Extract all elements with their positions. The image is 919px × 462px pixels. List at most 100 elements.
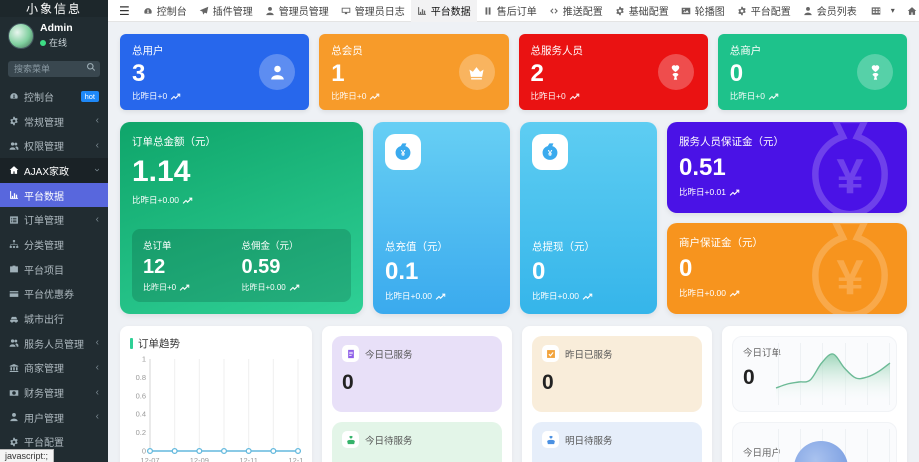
dashboard-icon xyxy=(143,6,153,16)
user-name: Admin xyxy=(40,22,73,34)
nav-tab-售后订单[interactable]: 售后订单 xyxy=(477,0,543,22)
sidebar-item-权限管理[interactable]: 权限管理 ‹ xyxy=(0,133,108,158)
svg-text:0.2: 0.2 xyxy=(136,428,146,437)
card-delta: 比昨日+0.01 xyxy=(679,186,726,198)
card-title: 总提现（元） xyxy=(532,239,645,254)
moneybag-icon-box: ¥ xyxy=(532,134,568,170)
home-icon xyxy=(907,6,917,16)
trend-icon xyxy=(729,188,741,197)
sitemap-icon xyxy=(9,239,19,249)
svg-text:¥: ¥ xyxy=(836,150,863,204)
svg-text:0.8: 0.8 xyxy=(136,373,146,382)
stat-delta: 比昨日+0 xyxy=(531,90,566,102)
sidebar-item-城市出行[interactable]: 城市出行 xyxy=(0,306,108,331)
svg-text:¥: ¥ xyxy=(548,149,553,158)
nav-apps-menu[interactable]: ▾ xyxy=(865,0,901,22)
chart-icon xyxy=(9,190,19,200)
card-title: 总充值（元） xyxy=(385,239,498,254)
document-icon xyxy=(346,349,356,359)
order-trend-chart: 00.20.40.60.8112-0712-0912-1112-13 xyxy=(130,351,302,462)
svg-text:12-09: 12-09 xyxy=(190,456,209,462)
card-value: 0 xyxy=(532,258,645,286)
users-icon xyxy=(9,141,19,151)
moneybag-icon-box: ¥ xyxy=(385,134,421,170)
gear-icon xyxy=(737,6,747,16)
trend-title: 订单趋势 xyxy=(138,336,180,351)
deposit-card-商户保证金（元）: ¥ 商户保证金（元） 0 比昨日+0.00 xyxy=(667,223,907,314)
chart-icon xyxy=(417,6,427,16)
nav-tab-管理员日志[interactable]: 管理员日志 xyxy=(335,0,411,22)
sidebar-item-AJAX家政[interactable]: AJAX家政 ‹ xyxy=(0,158,108,183)
sidebar-item-控制台[interactable]: 控制台 hot xyxy=(0,84,108,109)
trend-icon xyxy=(289,283,301,292)
moneybag-watermark-icon: ¥ xyxy=(785,122,907,213)
pending-card: 昨日已服务 0 明日待服务 xyxy=(522,326,712,462)
svg-text:12-07: 12-07 xyxy=(140,456,159,462)
tile-value: 0 xyxy=(342,371,492,395)
check-square-icon xyxy=(546,349,556,359)
tile-value: 0 xyxy=(542,371,692,395)
sidebar-item-商家管理[interactable]: 商家管理 ‹ xyxy=(0,356,108,381)
user-panel: Admin 在线 xyxy=(0,17,108,54)
nav-tab-基础配置[interactable]: 基础配置 xyxy=(609,0,675,22)
stat-card-总商户: 总商户 0 比昨日+0 xyxy=(718,34,907,110)
trend-icon xyxy=(170,92,182,101)
sidebar-toggle-icon[interactable]: ☰ xyxy=(114,4,135,18)
heart-hands-icon xyxy=(546,435,556,445)
trend-icon xyxy=(729,289,741,298)
chevron-left-icon: ‹ xyxy=(96,116,99,126)
stat-delta: 比昨日+0 xyxy=(331,90,366,102)
trend-icon xyxy=(435,292,447,301)
order-total-card: 订单总金额（元） 1.14 比昨日+0.00 总订单 12 比昨日+0 总佣金（… xyxy=(120,122,363,314)
app-window: 小象信息 Admin 在线 控制台 hot 常规管理 ‹ 权限管理 ‹ AJAX… xyxy=(0,0,919,462)
svg-text:0.4: 0.4 xyxy=(136,410,146,419)
card-delta: 比昨日+0.00 xyxy=(132,194,179,206)
card-delta: 比昨日+0.00 xyxy=(385,290,432,302)
nav-tab-平台数据[interactable]: 平台数据 xyxy=(411,0,477,22)
moneybag-icon: ¥ xyxy=(393,142,413,162)
order-trend-card: 订单趋势 00.20.40.60.8112-0712-0912-1112-13 xyxy=(120,326,312,462)
sidebar-item-财务管理[interactable]: 财务管理 ‹ xyxy=(0,380,108,405)
today-user-tile: 今日用户 xyxy=(732,422,897,462)
nav-tab-推送配置[interactable]: 推送配置 xyxy=(543,0,609,22)
heart-hands-icon xyxy=(346,435,356,445)
image-icon xyxy=(681,6,691,16)
sidebar-item-平台项目[interactable]: 平台项目 xyxy=(0,257,108,282)
svg-text:¥: ¥ xyxy=(836,251,863,305)
chevron-left-icon: ‹ xyxy=(96,363,99,373)
sidebar-item-平台优惠券[interactable]: 平台优惠券 xyxy=(0,282,108,307)
nav-tab-平台配置[interactable]: 平台配置 xyxy=(731,0,797,22)
chevron-left-icon: ‹ xyxy=(96,338,99,348)
order-subpanel: 总订单 12 比昨日+0 总佣金（元） 0.59 比昨日+0.00 xyxy=(132,229,351,302)
card-value: 1.14 xyxy=(132,155,351,189)
user-heart-icon xyxy=(867,64,884,81)
nav-homepage[interactable]: 主页 xyxy=(901,0,919,22)
sidebar-item-平台数据[interactable]: 平台数据 xyxy=(0,183,108,208)
sidebar-item-分类管理[interactable]: 分类管理 xyxy=(0,232,108,257)
sidebar-item-常规管理[interactable]: 常规管理 ‹ xyxy=(0,109,108,134)
money-icon xyxy=(9,388,19,398)
nav-tab-插件管理[interactable]: 插件管理 xyxy=(193,0,259,22)
trend-icon xyxy=(369,92,381,101)
dashboard-content: 总用户 3 比昨日+0 总会员 1 比昨日+0 总服务人员 2 比昨日+0 总商… xyxy=(108,22,919,462)
nav-tab-控制台[interactable]: 控制台 xyxy=(137,0,193,22)
sidebar-item-用户管理[interactable]: 用户管理 ‹ xyxy=(0,405,108,430)
nav-tab-轮播图[interactable]: 轮播图 xyxy=(675,0,731,22)
tomorrow-pending-tile: 明日待服务 xyxy=(532,422,702,462)
today-pending-tile: 今日待服务 xyxy=(332,422,502,462)
pause-icon xyxy=(483,6,493,16)
served-card: 今日已服务 0 今日待服务 xyxy=(322,326,512,462)
briefcase-icon xyxy=(9,264,19,274)
svg-text:1: 1 xyxy=(142,355,146,364)
user-icon xyxy=(265,6,275,16)
online-dot xyxy=(40,40,46,46)
nav-tab-管理员管理[interactable]: 管理员管理 xyxy=(259,0,335,22)
svg-text:0.6: 0.6 xyxy=(136,391,146,400)
users-icon xyxy=(9,338,19,348)
today-served-tile: 今日已服务 0 xyxy=(332,336,502,412)
moneybag-icon: ¥ xyxy=(540,142,560,162)
title-accent-bar xyxy=(130,338,133,349)
sidebar-item-订单管理[interactable]: 订单管理 ‹ xyxy=(0,207,108,232)
nav-tab-会员列表[interactable]: 会员列表 xyxy=(797,0,863,22)
sidebar-item-服务人员管理[interactable]: 服务人员管理 ‹ xyxy=(0,331,108,356)
